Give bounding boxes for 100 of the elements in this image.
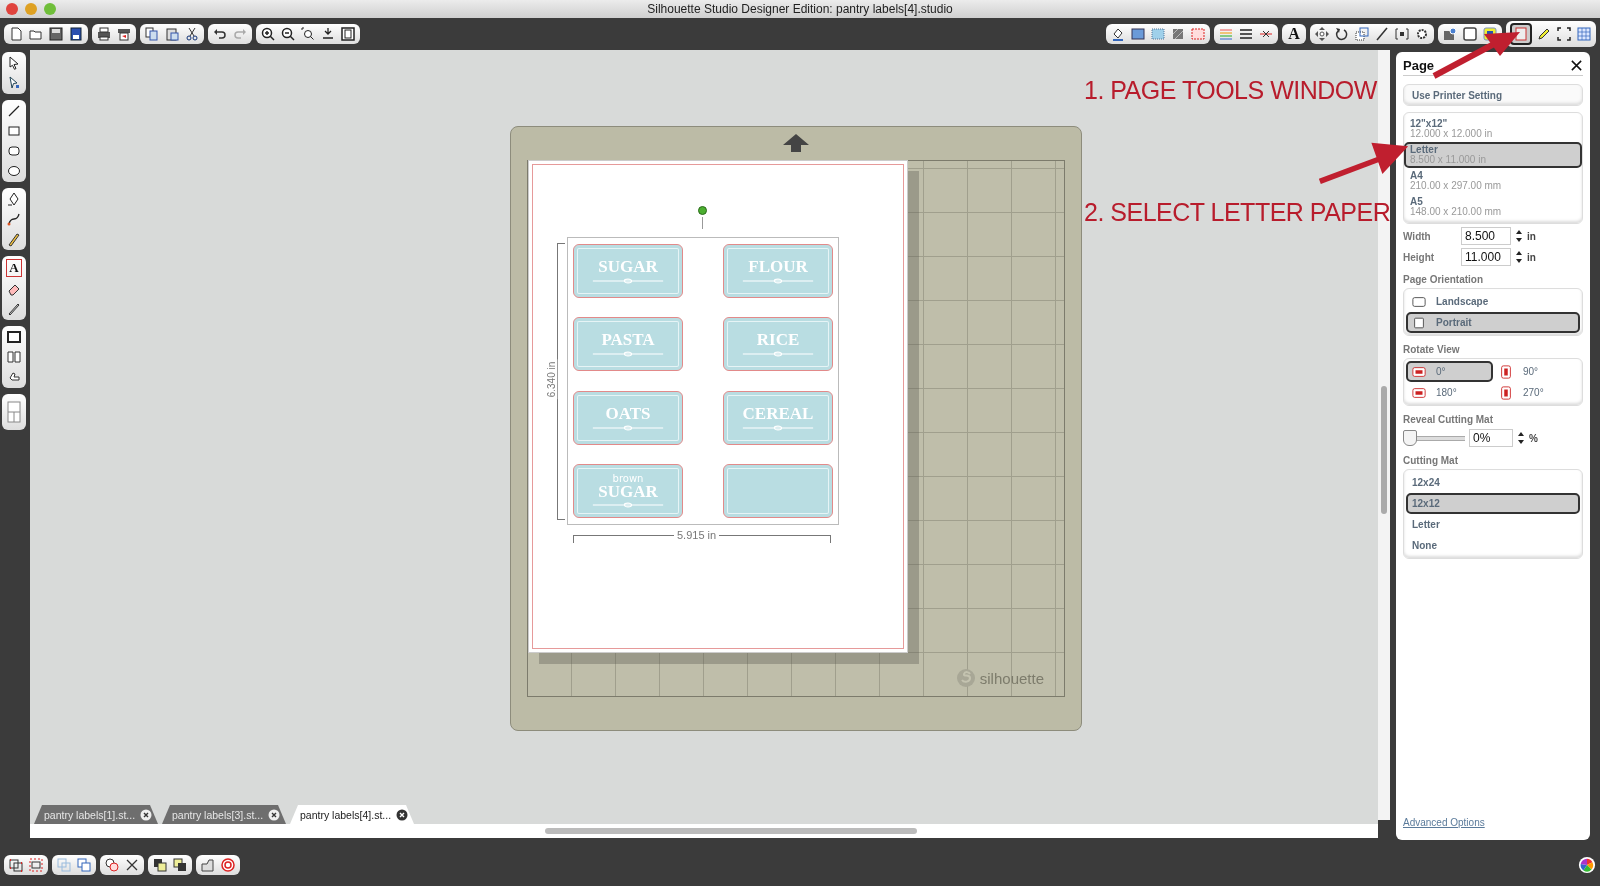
printer-setting-button[interactable]: Use Printer Setting [1403,84,1583,106]
unit-label: % [1529,432,1538,444]
color-wheel-icon[interactable] [1578,856,1596,874]
advanced-options-link[interactable]: Advanced Options [1403,817,1485,828]
stepper-icon[interactable] [1515,229,1523,243]
gear-icon[interactable] [1414,26,1430,42]
paper-size-item[interactable]: A5 148.00 x 210.00 mm [1404,194,1582,220]
stamp-icon[interactable] [200,857,216,873]
paper-dimensions: 12.000 x 12.000 in [1410,129,1494,139]
rotation-label: 90° [1523,366,1539,377]
cutter-icon[interactable] [116,26,132,42]
curve-icon[interactable] [6,211,22,227]
percent-field[interactable]: 0% [1469,429,1513,447]
close-icon[interactable] [124,857,140,873]
move-icon[interactable] [1314,26,1330,42]
mat-icon[interactable] [1442,26,1458,42]
landscape-icon [1412,295,1426,308]
height-field[interactable]: 11.000 [1461,248,1511,266]
weld-icon[interactable] [104,857,120,873]
stepper-icon[interactable] [1517,431,1525,445]
rotation-label: 270° [1523,387,1544,398]
slider-thumb[interactable] [1403,430,1417,446]
horizontal-scrollbar[interactable] [30,824,1378,838]
label-text: FLOUR [748,258,808,276]
scissors-icon[interactable] [184,26,200,42]
field-label: Height [1403,251,1436,263]
line-icon[interactable] [6,103,22,119]
document-tab[interactable]: pantry labels[4].st... [290,805,414,824]
stepper-icon[interactable] [1515,250,1523,264]
bracket-icon[interactable] [1394,26,1410,42]
copy-icon[interactable] [144,26,160,42]
paper-name: A4 [1410,171,1424,181]
flourish-icon [741,424,815,431]
text-tool-button[interactable]: A [1286,26,1302,42]
close-icon[interactable] [1570,59,1583,72]
orientation-option[interactable]: Landscape [1406,291,1580,312]
document-tab[interactable]: pantry labels[1].st... [34,805,158,824]
grid-icon[interactable] [1576,26,1592,42]
page-icon[interactable] [8,26,24,42]
ungroup-icon[interactable] [28,857,44,873]
clipboard-icon[interactable] [164,26,180,42]
rotate-handle[interactable] [698,206,707,215]
rectangle-icon[interactable] [1462,26,1478,42]
up-arrow-icon[interactable] [782,133,810,153]
flourish-icon [741,278,815,284]
paper-name: Letter [1410,145,1439,155]
frame-icon[interactable] [340,26,356,42]
node-edit-icon[interactable] [6,75,22,91]
slash-icon[interactable] [1374,26,1390,42]
close-button[interactable] [6,3,18,15]
arrow-icon[interactable] [320,26,336,42]
rotate-option[interactable]: 270° [1493,382,1580,403]
paper-size-item[interactable]: 12"x12" 12.000 x 12.000 in [1404,116,1582,142]
square-icon[interactable] [6,329,22,345]
close-icon[interactable] [140,808,152,821]
mat-option[interactable]: None [1406,535,1580,556]
overlap-icon[interactable] [76,857,92,873]
zoom-out-icon[interactable] [280,26,296,42]
paper-size-item[interactable]: A4 210.00 x 297.00 mm [1404,168,1582,194]
rotate-option[interactable]: 180° [1406,382,1493,403]
hatched-square-icon[interactable] [1170,26,1186,42]
bring-front-icon[interactable] [152,857,168,873]
document-tab[interactable]: pantry labels[3].st... [162,805,286,824]
label-script: brown [612,474,644,484]
book-icon[interactable] [6,349,22,365]
paper-name: 12"x12" [1410,119,1449,129]
rotation-icon [1412,364,1426,379]
orientation-label: Landscape [1436,296,1489,307]
width-field[interactable]: 8.500 [1461,227,1511,245]
bucket-icon[interactable] [1110,26,1126,42]
mat-option[interactable]: Letter [1406,514,1580,535]
flourish-icon [591,278,665,284]
mat-option[interactable]: 12x12 [1406,493,1580,514]
flourish-icon [741,351,815,358]
orientation-label: Portrait [1436,317,1472,328]
printer-icon[interactable] [96,26,112,42]
send-back-icon[interactable] [172,857,188,873]
rotate-icon[interactable] [1334,26,1350,42]
zoom-icon[interactable] [300,26,316,42]
fullscreen-icon[interactable] [1556,26,1572,42]
ellipse-icon[interactable] [6,163,22,179]
rotate-option[interactable]: 90° [1493,361,1580,382]
rotate-option[interactable]: 0° [1406,361,1493,382]
label-text: SUGAR [598,258,658,276]
dotted-square-icon[interactable] [1150,26,1166,42]
target-icon[interactable] [220,857,236,873]
group-icon[interactable] [8,857,24,873]
pencil-icon[interactable] [6,231,22,247]
close-icon[interactable] [268,808,280,821]
text-tool-button[interactable]: A [6,259,22,277]
mat-option[interactable]: 12x24 [1406,472,1580,493]
swirl-icon [955,668,976,688]
width-measure: 5.915 in [674,529,720,541]
zoom-in-icon[interactable] [260,26,276,42]
lines-icon[interactable] [1238,26,1254,42]
orientation-option[interactable]: Portrait [1406,312,1580,333]
knife-icon[interactable] [6,301,22,317]
pencil-icon[interactable] [1536,26,1552,42]
close-icon[interactable] [396,808,408,821]
dashed-square-icon[interactable] [1190,26,1206,42]
